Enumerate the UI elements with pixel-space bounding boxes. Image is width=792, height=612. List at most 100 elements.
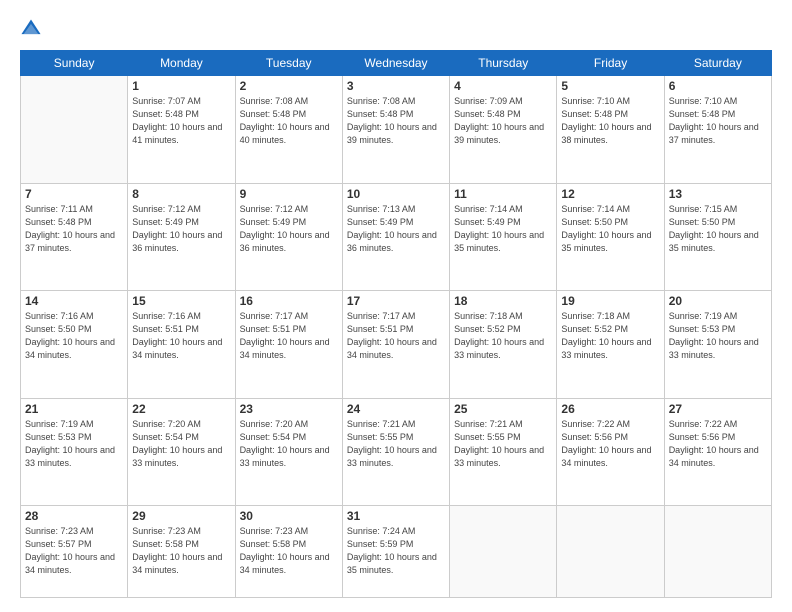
calendar-cell: 11Sunrise: 7:14 AM Sunset: 5:49 PM Dayli… [450,183,557,291]
day-info: Sunrise: 7:24 AM Sunset: 5:59 PM Dayligh… [347,525,445,577]
day-info: Sunrise: 7:15 AM Sunset: 5:50 PM Dayligh… [669,203,767,255]
day-info: Sunrise: 7:18 AM Sunset: 5:52 PM Dayligh… [561,310,659,362]
day-info: Sunrise: 7:12 AM Sunset: 5:49 PM Dayligh… [132,203,230,255]
day-number: 6 [669,79,767,93]
day-info: Sunrise: 7:23 AM Sunset: 5:57 PM Dayligh… [25,525,123,577]
day-number: 15 [132,294,230,308]
weekday-friday: Friday [557,51,664,76]
day-info: Sunrise: 7:22 AM Sunset: 5:56 PM Dayligh… [669,418,767,470]
calendar-cell: 12 Sunrise: 7:14 AM Sunset: 5:50 PM Dayli… [557,183,664,291]
calendar-cell [450,506,557,598]
day-info: Sunrise: 7:08 AM Sunset: 5:48 PM Dayligh… [347,95,445,147]
day-number: 25 [454,402,552,416]
day-info: Sunrise: 7:13 AM Sunset: 5:49 PM Dayligh… [347,203,445,255]
day-info: Sunrise: 7:21 AM Sunset: 5:55 PM Dayligh… [347,418,445,470]
day-number: 7 [25,187,123,201]
calendar-cell: 28Sunrise: 7:23 AM Sunset: 5:57 PM Dayli… [21,506,128,598]
day-number: 13 [669,187,767,201]
calendar-cell: 31Sunrise: 7:24 AM Sunset: 5:59 PM Dayli… [342,506,449,598]
day-number: 19 [561,294,659,308]
calendar-page: SundayMondayTuesdayWednesdayThursdayFrid… [0,0,792,612]
day-info: Sunrise: 7:10 AM Sunset: 5:48 PM Dayligh… [669,95,767,147]
day-number: 12 [561,187,659,201]
day-number: 14 [25,294,123,308]
day-info: Sunrise: 7:18 AM Sunset: 5:52 PM Dayligh… [454,310,552,362]
day-number: 20 [669,294,767,308]
day-info: Sunrise: 7:16 AM Sunset: 5:51 PM Dayligh… [132,310,230,362]
day-info: Sunrise: 7:14 AM Sunset: 5:50 PM Dayligh… [561,203,659,255]
calendar-cell [664,506,771,598]
day-number: 11 [454,187,552,201]
day-info: Sunrise: 7:12 AM Sunset: 5:49 PM Dayligh… [240,203,338,255]
calendar-cell [21,76,128,184]
calendar-cell: 3 Sunrise: 7:08 AM Sunset: 5:48 PM Daylig… [342,76,449,184]
week-row-5: 28Sunrise: 7:23 AM Sunset: 5:57 PM Dayli… [21,506,772,598]
weekday-thursday: Thursday [450,51,557,76]
calendar-cell: 21Sunrise: 7:19 AM Sunset: 5:53 PM Dayli… [21,398,128,506]
day-info: Sunrise: 7:11 AM Sunset: 5:48 PM Dayligh… [25,203,123,255]
day-info: Sunrise: 7:17 AM Sunset: 5:51 PM Dayligh… [240,310,338,362]
day-info: Sunrise: 7:17 AM Sunset: 5:51 PM Dayligh… [347,310,445,362]
calendar-cell: 14Sunrise: 7:16 AM Sunset: 5:50 PM Dayli… [21,291,128,399]
day-info: Sunrise: 7:20 AM Sunset: 5:54 PM Dayligh… [132,418,230,470]
day-number: 3 [347,79,445,93]
week-row-3: 14Sunrise: 7:16 AM Sunset: 5:50 PM Dayli… [21,291,772,399]
calendar-cell: 17 Sunrise: 7:17 AM Sunset: 5:51 PM Dayli… [342,291,449,399]
calendar-cell: 10 Sunrise: 7:13 AM Sunset: 5:49 PM Dayli… [342,183,449,291]
calendar-cell: 24 Sunrise: 7:21 AM Sunset: 5:55 PM Dayli… [342,398,449,506]
day-number: 16 [240,294,338,308]
day-info: Sunrise: 7:19 AM Sunset: 5:53 PM Dayligh… [669,310,767,362]
header [20,18,772,40]
logo [20,18,44,40]
week-row-4: 21Sunrise: 7:19 AM Sunset: 5:53 PM Dayli… [21,398,772,506]
weekday-monday: Monday [128,51,235,76]
day-number: 30 [240,509,338,523]
day-info: Sunrise: 7:22 AM Sunset: 5:56 PM Dayligh… [561,418,659,470]
calendar-cell: 19 Sunrise: 7:18 AM Sunset: 5:52 PM Dayli… [557,291,664,399]
day-info: Sunrise: 7:08 AM Sunset: 5:48 PM Dayligh… [240,95,338,147]
day-number: 21 [25,402,123,416]
day-info: Sunrise: 7:23 AM Sunset: 5:58 PM Dayligh… [132,525,230,577]
day-number: 9 [240,187,338,201]
calendar-cell: 23Sunrise: 7:20 AM Sunset: 5:54 PM Dayli… [235,398,342,506]
day-number: 17 [347,294,445,308]
day-number: 2 [240,79,338,93]
day-number: 4 [454,79,552,93]
calendar-cell: 2 Sunrise: 7:08 AM Sunset: 5:48 PM Daylig… [235,76,342,184]
day-number: 10 [347,187,445,201]
day-info: Sunrise: 7:10 AM Sunset: 5:48 PM Dayligh… [561,95,659,147]
day-number: 8 [132,187,230,201]
calendar-cell [557,506,664,598]
calendar-cell: 20 Sunrise: 7:19 AM Sunset: 5:53 PM Dayli… [664,291,771,399]
week-row-2: 7 Sunrise: 7:11 AM Sunset: 5:48 PM Daylig… [21,183,772,291]
day-number: 29 [132,509,230,523]
day-number: 1 [132,79,230,93]
day-number: 26 [561,402,659,416]
calendar-cell: 15 Sunrise: 7:16 AM Sunset: 5:51 PM Dayli… [128,291,235,399]
calendar-cell: 29 Sunrise: 7:23 AM Sunset: 5:58 PM Dayli… [128,506,235,598]
calendar-cell: 4 Sunrise: 7:09 AM Sunset: 5:48 PM Daylig… [450,76,557,184]
day-info: Sunrise: 7:23 AM Sunset: 5:58 PM Dayligh… [240,525,338,577]
calendar-cell: 6 Sunrise: 7:10 AM Sunset: 5:48 PM Daylig… [664,76,771,184]
calendar-cell: 8 Sunrise: 7:12 AM Sunset: 5:49 PM Daylig… [128,183,235,291]
calendar-cell: 7 Sunrise: 7:11 AM Sunset: 5:48 PM Daylig… [21,183,128,291]
day-number: 18 [454,294,552,308]
calendar-cell: 26 Sunrise: 7:22 AM Sunset: 5:56 PM Dayli… [557,398,664,506]
week-row-1: 1Sunrise: 7:07 AM Sunset: 5:48 PM Daylig… [21,76,772,184]
day-number: 24 [347,402,445,416]
calendar-cell: 5Sunrise: 7:10 AM Sunset: 5:48 PM Daylig… [557,76,664,184]
weekday-header-row: SundayMondayTuesdayWednesdayThursdayFrid… [21,51,772,76]
day-info: Sunrise: 7:09 AM Sunset: 5:48 PM Dayligh… [454,95,552,147]
day-info: Sunrise: 7:20 AM Sunset: 5:54 PM Dayligh… [240,418,338,470]
calendar-cell: 16 Sunrise: 7:17 AM Sunset: 5:51 PM Dayli… [235,291,342,399]
calendar-cell: 1Sunrise: 7:07 AM Sunset: 5:48 PM Daylig… [128,76,235,184]
weekday-tuesday: Tuesday [235,51,342,76]
day-info: Sunrise: 7:21 AM Sunset: 5:55 PM Dayligh… [454,418,552,470]
calendar-cell: 27 Sunrise: 7:22 AM Sunset: 5:56 PM Dayli… [664,398,771,506]
calendar-table: SundayMondayTuesdayWednesdayThursdayFrid… [20,50,772,598]
day-number: 27 [669,402,767,416]
weekday-wednesday: Wednesday [342,51,449,76]
logo-icon [20,18,42,40]
calendar-cell: 9 Sunrise: 7:12 AM Sunset: 5:49 PM Daylig… [235,183,342,291]
day-number: 22 [132,402,230,416]
